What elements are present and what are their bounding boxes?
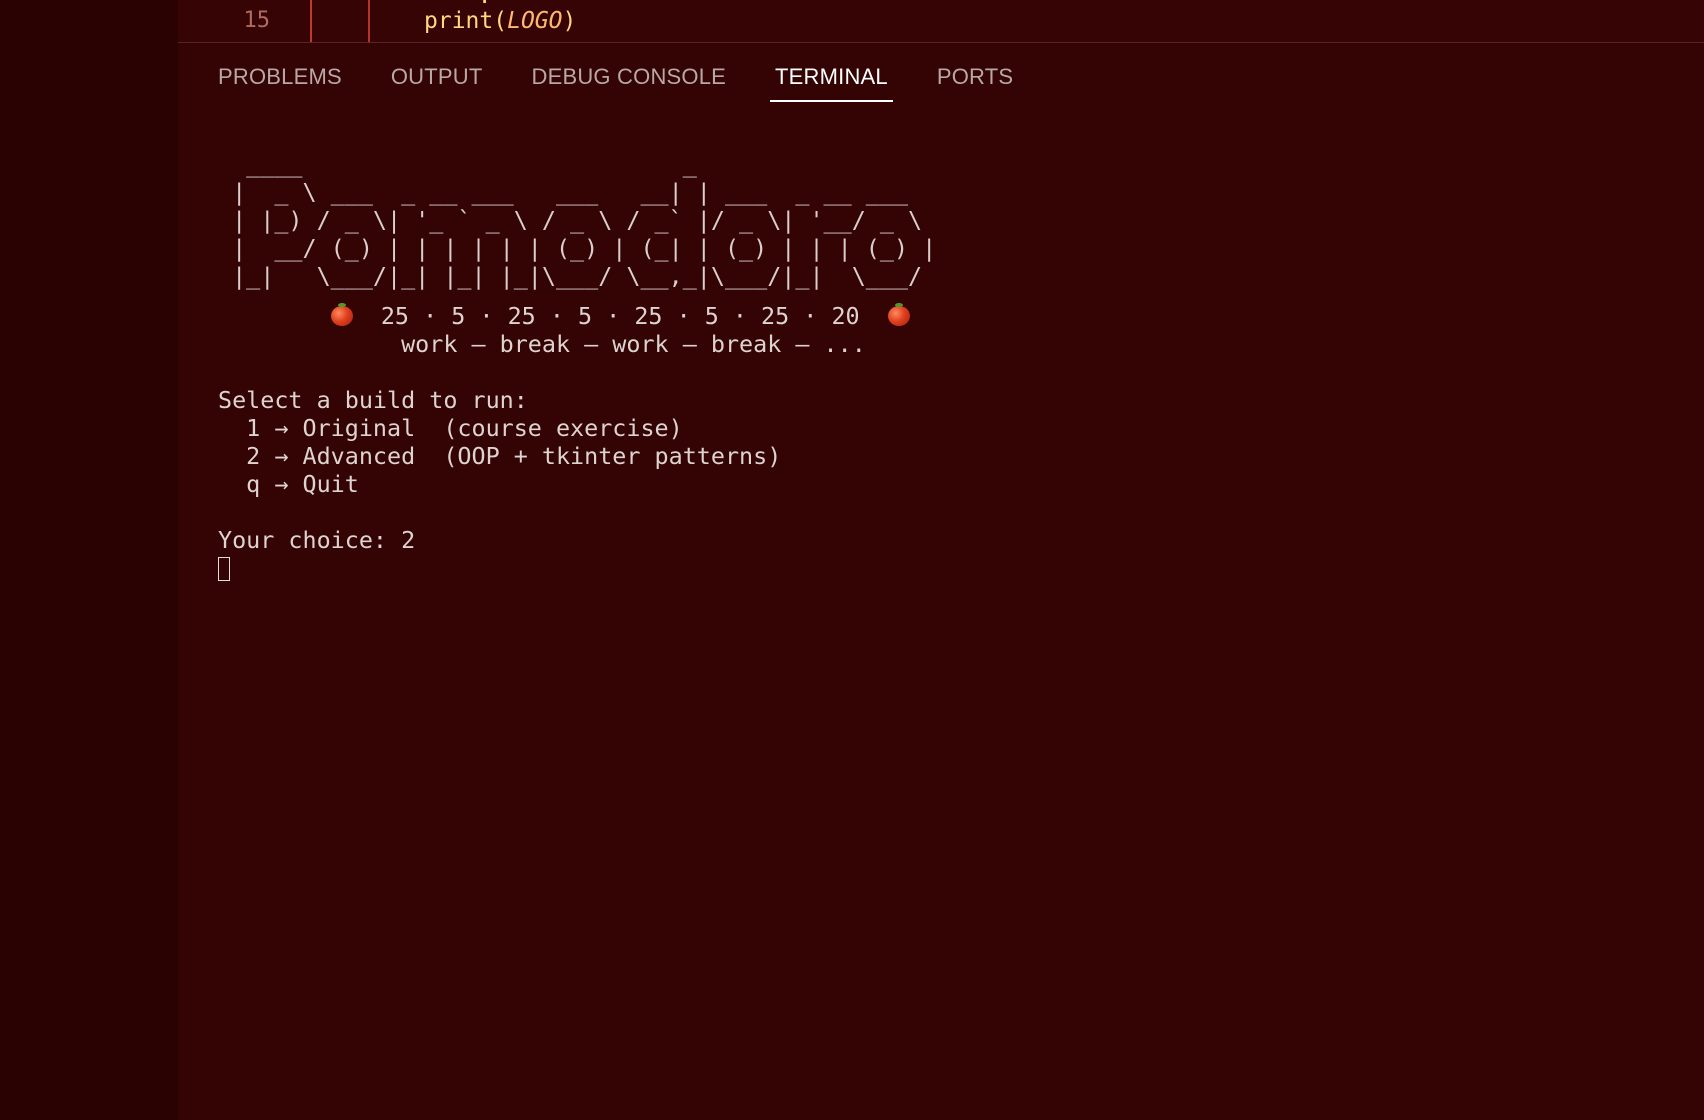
logo-line: ____ _ [218,150,697,178]
indent-guide [368,0,370,42]
side-rail [0,0,178,1120]
cycle-text: 25 · 5 · 25 · 5 · 25 · 5 · 25 · 20 [352,302,888,330]
logo-line: | |_) / _ \| '_ ` _ \ / _ \ / _` |/ _ \|… [218,206,923,234]
logo-line: | _ \ ___ _ __ ___ ___ __| | ___ _ __ __… [218,178,909,206]
choice-line: Your choice: 2 [218,526,416,554]
option-quit: q → Quit [218,470,359,498]
line-number: 15 [243,8,271,33]
editor-strip: . 15 print(LOGO) [178,0,1704,43]
option-advanced: 2 → Advanced (OOP + tkinter patterns) [218,442,782,470]
tomato-icon [330,303,353,326]
code-line[interactable]: print(LOGO) [424,8,576,34]
logo-line: | __/ (_) | | | | | | (_) | (_| | (_) | … [218,234,937,262]
cycle-line: 25 · 5 · 25 · 5 · 25 · 5 · 25 · 20 [218,302,1658,330]
tab-output[interactable]: OUTPUT [391,62,483,102]
cycle-indent [218,302,331,330]
logo-line: |_| \___/|_| |_| |_|\___/ \__,_|\___/|_|… [218,262,923,290]
tab-terminal[interactable]: TERMINAL [770,62,893,102]
gutter-marker [310,0,312,42]
prompt-header: Select a build to run: [218,386,528,414]
tab-ports[interactable]: PORTS [937,62,1013,102]
tagline: work — break — work — break — ... [218,330,866,358]
main-area: . 15 print(LOGO) PROBLEMS OUTPUT DEBUG C… [178,0,1704,1120]
tomato-icon [887,303,910,326]
tab-debug-console[interactable]: DEBUG CONSOLE [532,62,727,102]
code-func: print( [424,8,508,34]
tab-problems[interactable]: PROBLEMS [218,62,342,102]
terminal-output[interactable]: ____ _ | _ \ ___ _ __ ___ ___ __| | ___ … [218,150,1658,1090]
option-original: 1 → Original (course exercise) [218,414,683,442]
panel-tabs: PROBLEMS OUTPUT DEBUG CONSOLE TERMINAL P… [218,62,1062,102]
code-arg: LOGO [507,8,563,34]
cursor-line[interactable] [218,554,1658,582]
block-cursor [218,557,230,581]
code-close: ) [562,8,577,34]
